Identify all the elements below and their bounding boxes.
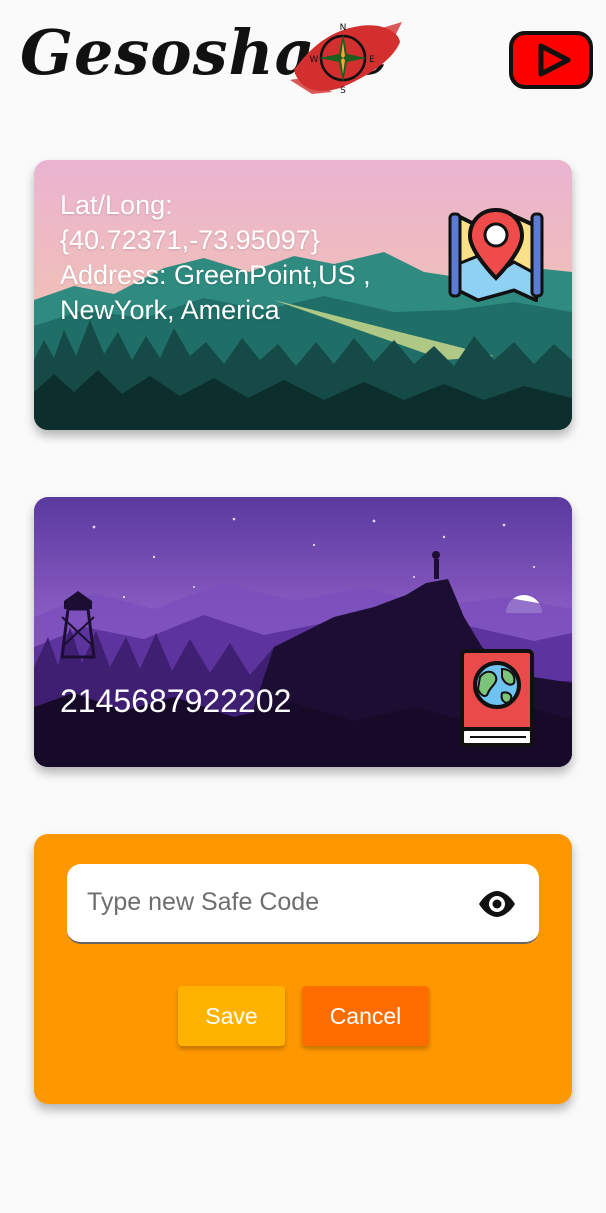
safe-code-input[interactable]	[87, 882, 467, 922]
safe-code-field	[67, 864, 539, 944]
compass-south-label: S	[340, 86, 346, 96]
save-button[interactable]: Save	[178, 986, 285, 1046]
cancel-button[interactable]: Cancel	[302, 986, 429, 1046]
location-card: Lat/Long: {40.72371,-73.95097} Address: …	[34, 160, 572, 430]
address-line-1: Address: GreenPoint,US ,	[60, 260, 371, 290]
address-line-2: NewYork, America	[60, 295, 280, 325]
id-code-value: 2145687922202	[60, 683, 292, 719]
coordinates-value: {40.72371,-73.95097}	[60, 225, 320, 255]
compass-east-label: E	[369, 55, 375, 65]
compass-icon: N S W E	[290, 22, 402, 96]
youtube-button[interactable]	[508, 30, 594, 90]
app-header: Gesoshare N S W E	[0, 0, 606, 110]
eye-icon[interactable]	[477, 888, 517, 920]
id-code-card: 2145687922202	[34, 497, 572, 767]
safe-code-panel: Save Cancel	[34, 834, 572, 1104]
location-details: Lat/Long: {40.72371,-73.95097} Address: …	[60, 188, 440, 328]
map-pin-icon	[448, 207, 544, 303]
compass-north-label: N	[340, 23, 347, 33]
passport-globe-icon	[460, 649, 534, 747]
compass-west-label: W	[310, 55, 319, 65]
lat-long-label: Lat/Long:	[60, 190, 173, 220]
